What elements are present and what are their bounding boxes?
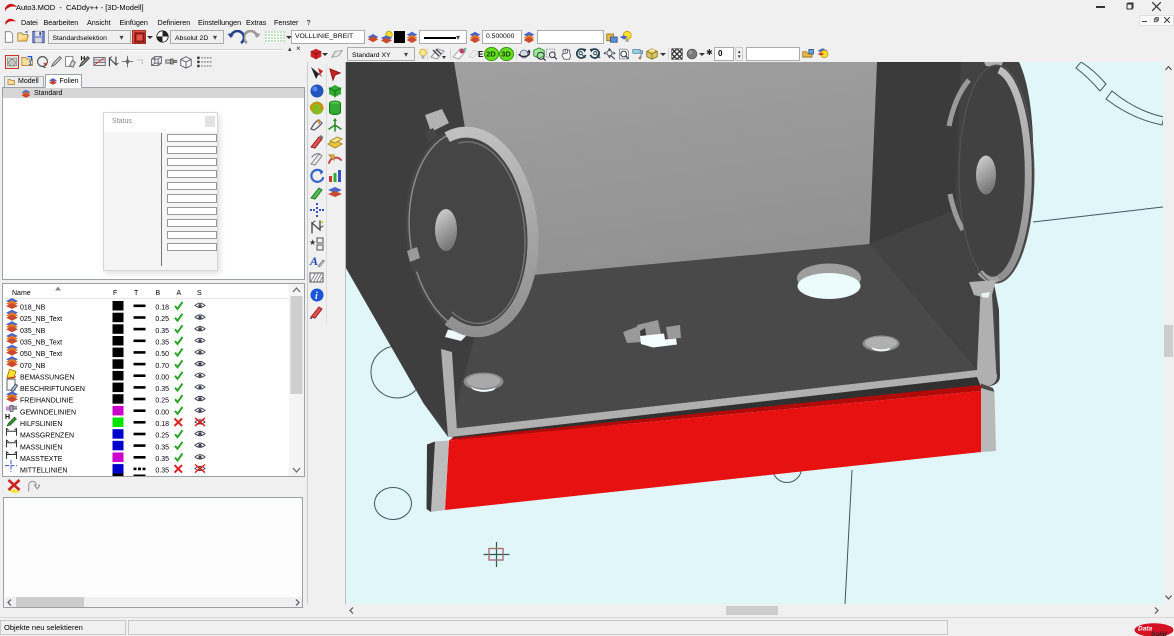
svg-text:070_NB: 070_NB <box>20 363 46 370</box>
svg-text:0.35: 0.35 <box>155 328 169 335</box>
svg-text:0.00: 0.00 <box>155 409 169 416</box>
svg-text:035_NB: 035_NB <box>20 328 46 335</box>
svg-text:GEWINDELINIEN: GEWINDELINIEN <box>20 409 76 416</box>
svg-text:0.35: 0.35 <box>155 444 169 451</box>
svg-text:BESCHRIFTUNGEN: BESCHRIFTUNGEN <box>20 386 85 393</box>
svg-text:0.50: 0.50 <box>155 351 169 358</box>
svg-text:BEMASSUNGEN: BEMASSUNGEN <box>20 374 74 381</box>
svg-text:MITTELLINIEN: MITTELLINIEN <box>20 468 67 475</box>
svg-text:0.35: 0.35 <box>155 456 169 463</box>
svg-text:0.18: 0.18 <box>155 305 169 312</box>
svg-text:A: A <box>309 254 318 268</box>
svg-text:0.18: 0.18 <box>155 421 169 428</box>
svg-text:0.25: 0.25 <box>155 398 169 405</box>
svg-text:Name: Name <box>12 290 31 297</box>
svg-text:0.25: 0.25 <box>155 316 169 323</box>
svg-text:0.35: 0.35 <box>155 468 169 475</box>
svg-text:MASSLINIEN: MASSLINIEN <box>20 444 62 451</box>
svg-text:F: F <box>113 290 117 297</box>
svg-text:0.35: 0.35 <box>155 386 169 393</box>
svg-text:T: T <box>134 290 139 297</box>
svg-text:2D: 2D <box>486 50 496 59</box>
svg-text:025_NB_Text: 025_NB_Text <box>20 316 62 323</box>
svg-text:MASSTEXTE: MASSTEXTE <box>20 456 63 463</box>
svg-text:i: i <box>315 291 318 302</box>
svg-text:1: 1 <box>28 60 32 67</box>
svg-text:035_NB_Text: 035_NB_Text <box>20 340 62 347</box>
svg-text:A: A <box>177 290 182 297</box>
svg-text:Solid: Solid <box>1151 631 1168 636</box>
svg-text:HILFSLINIEN: HILFSLINIEN <box>20 421 62 428</box>
svg-text:FREIHANDLINIE: FREIHANDLINIE <box>20 398 74 405</box>
svg-text:MASSGRENZEN: MASSGRENZEN <box>20 433 74 440</box>
svg-text:0.70: 0.70 <box>155 363 169 370</box>
svg-text:S: S <box>197 290 202 297</box>
svg-text:3D: 3D <box>501 50 511 59</box>
svg-text:★: ★ <box>309 238 316 247</box>
svg-text:018_NB: 018_NB <box>20 305 46 312</box>
svg-text:0.35: 0.35 <box>155 340 169 347</box>
svg-text:0.25: 0.25 <box>155 433 169 440</box>
svg-text:0.00: 0.00 <box>155 374 169 381</box>
svg-text:050_NB_Text: 050_NB_Text <box>20 351 62 358</box>
svg-text:B: B <box>156 290 161 297</box>
